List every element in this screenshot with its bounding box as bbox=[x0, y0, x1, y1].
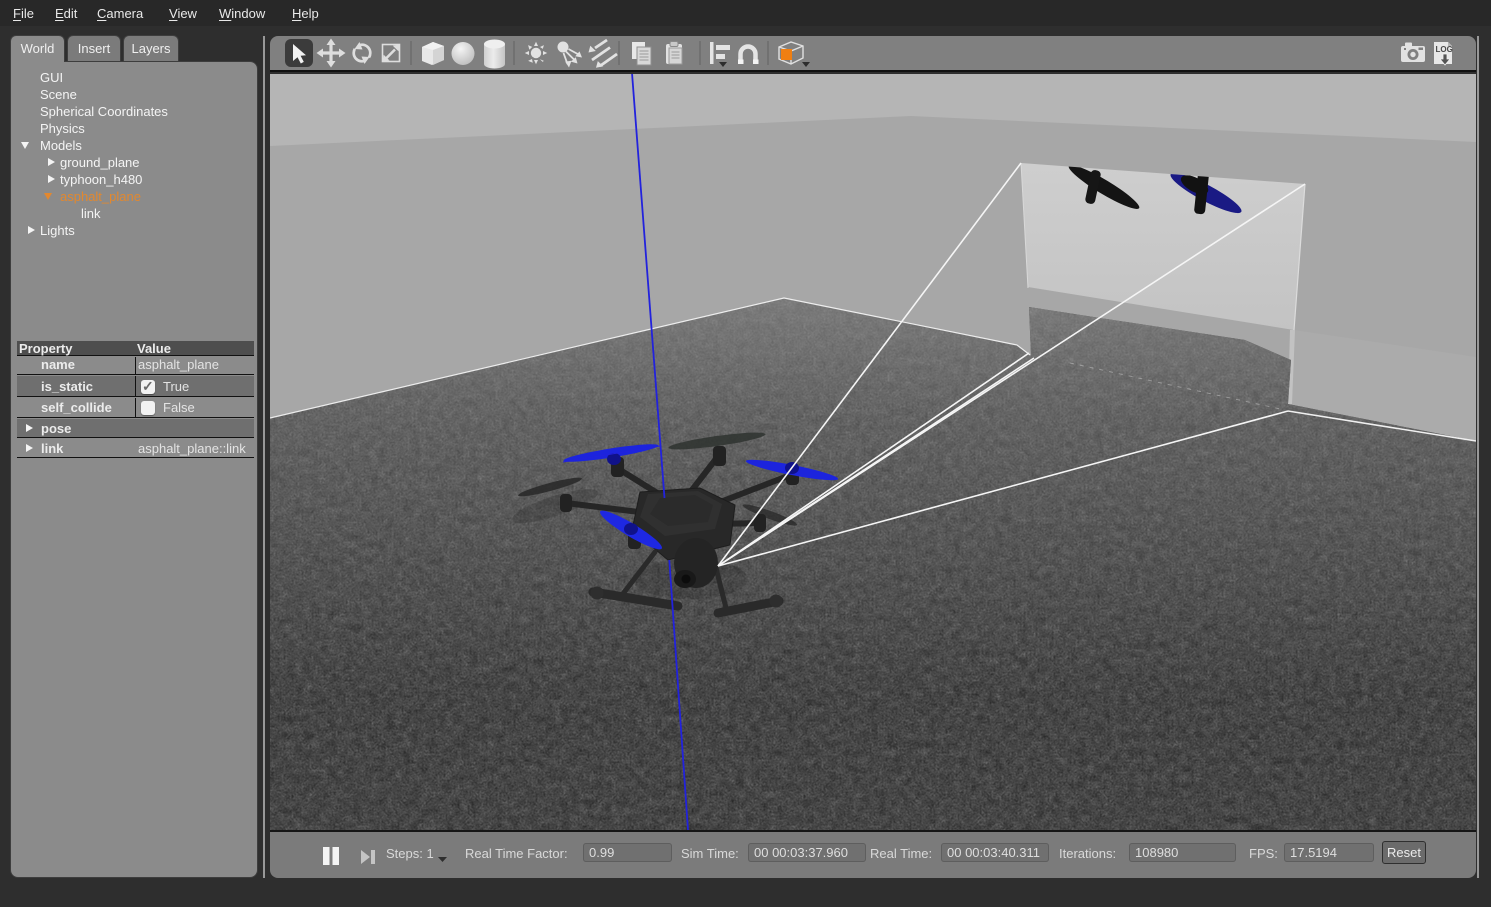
svg-text:LOG: LOG bbox=[1436, 45, 1453, 54]
